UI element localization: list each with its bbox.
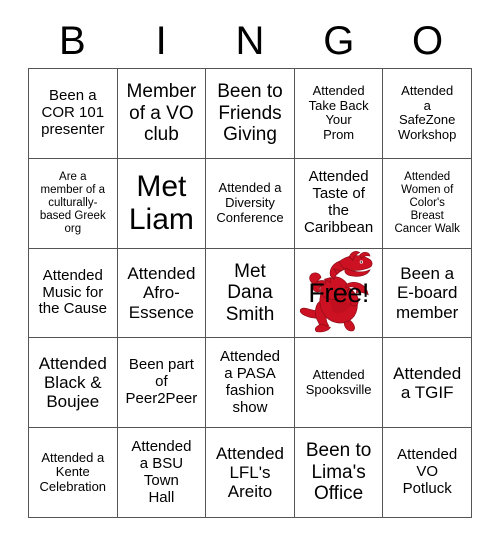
bingo-cell-r5c5[interactable]: Attended VO Potluck	[383, 428, 472, 518]
bingo-card: B I N G O Been a COR 101 presenter Membe…	[0, 0, 500, 544]
bingo-cell-text: Been to Lima's Office	[305, 440, 372, 505]
bingo-header-letter-i: I	[155, 19, 167, 63]
bingo-cell-text: Attended Afro- Essence	[127, 264, 196, 322]
bingo-cell-text: Attended Black & Boujee	[38, 353, 107, 412]
bingo-header-row: B I N G O	[28, 14, 472, 68]
bingo-cell-text: Attended Music for the Cause	[38, 266, 107, 318]
free-space-label: Free!	[308, 278, 369, 309]
bingo-cell-r5c2[interactable]: Attended a BSU Town Hall	[117, 428, 207, 518]
bingo-cell-text: Attended Women of Color's Breast Cancer …	[394, 170, 460, 235]
bingo-cell-free-space[interactable]: Free!	[294, 248, 384, 339]
bingo-cell-r2c1[interactable]: Are a member of a culturally- based Gree…	[29, 158, 118, 249]
bingo-cell-text: Been a COR 101 presenter	[41, 86, 105, 138]
bingo-cell-text: Attended a BSU Town Hall	[131, 437, 192, 506]
bingo-cell-r4c3[interactable]: Attended a PASA fashion show	[206, 338, 295, 429]
bingo-cell-r1c5[interactable]: Attended a SafeZone Workshop	[383, 69, 472, 159]
bingo-cell-text: Attended a Diversity Conference	[216, 180, 284, 225]
bingo-cell-text: Are a member of a culturally- based Gree…	[39, 170, 106, 235]
bingo-cell-text: Met Dana Smith	[225, 260, 275, 325]
bingo-cell-text: Met Liam	[128, 169, 194, 237]
bingo-cell-r5c4[interactable]: Been to Lima's Office	[294, 428, 384, 518]
bingo-cell-r5c3[interactable]: Attended LFL's Areito	[206, 428, 295, 518]
bingo-cell-text: Been a E-board member	[396, 264, 459, 322]
bingo-cell-text: Member of a VO club	[126, 81, 197, 146]
bingo-cell-r5c1[interactable]: Attended a Kente Celebration	[29, 428, 118, 518]
bingo-cell-text: Been to Friends Giving	[217, 81, 283, 146]
bingo-header-letter-g: G	[323, 19, 355, 63]
bingo-cell-text: Attended a SafeZone Workshop	[398, 83, 457, 143]
bingo-cell-text: Attended Taste of the Caribbean	[303, 168, 374, 237]
bingo-cell-r1c2[interactable]: Member of a VO club	[117, 69, 207, 159]
bingo-cell-text: Attended LFL's Areito	[215, 443, 285, 502]
bingo-cell-text: Attended VO Potluck	[397, 446, 458, 498]
bingo-cell-r2c4[interactable]: Attended Taste of the Caribbean	[294, 158, 384, 249]
bingo-cell-r3c1[interactable]: Attended Music for the Cause	[29, 248, 118, 339]
bingo-cell-text: Attended a Kente Celebration	[39, 449, 107, 494]
bingo-cell-r3c2[interactable]: Attended Afro- Essence	[117, 248, 207, 339]
bingo-cell-r4c1[interactable]: Attended Black & Boujee	[29, 338, 118, 429]
bingo-cell-text: Attended a PASA fashion show	[219, 347, 281, 416]
bingo-cell-text: Been part of Peer2Peer	[125, 356, 198, 408]
bingo-header-letter-o: O	[412, 19, 444, 63]
bingo-header-letter-b: B	[59, 19, 86, 63]
bingo-cell-r4c5[interactable]: Attended a TGIF	[383, 338, 472, 429]
bingo-cell-r2c2[interactable]: Met Liam	[117, 158, 207, 249]
bingo-grid: Been a COR 101 presenter Member of a VO …	[28, 68, 472, 518]
bingo-cell-r4c4[interactable]: Attended Spooksville	[294, 338, 384, 429]
bingo-cell-r3c5[interactable]: Been a E-board member	[383, 248, 472, 339]
bingo-cell-r2c3[interactable]: Attended a Diversity Conference	[206, 158, 295, 249]
bingo-cell-r1c3[interactable]: Been to Friends Giving	[206, 69, 295, 159]
bingo-cell-text: Attended Take Back Your Prom	[308, 83, 369, 143]
bingo-cell-r1c1[interactable]: Been a COR 101 presenter	[29, 69, 118, 159]
bingo-cell-text: Attended a TGIF	[393, 363, 462, 402]
bingo-cell-r2c5[interactable]: Attended Women of Color's Breast Cancer …	[383, 158, 472, 249]
bingo-cell-r1c4[interactable]: Attended Take Back Your Prom	[294, 69, 384, 159]
bingo-cell-text: Attended Spooksville	[305, 367, 372, 397]
bingo-cell-r3c3[interactable]: Met Dana Smith	[206, 248, 295, 339]
bingo-cell-r4c2[interactable]: Been part of Peer2Peer	[117, 338, 207, 429]
bingo-header-letter-n: N	[235, 19, 265, 63]
